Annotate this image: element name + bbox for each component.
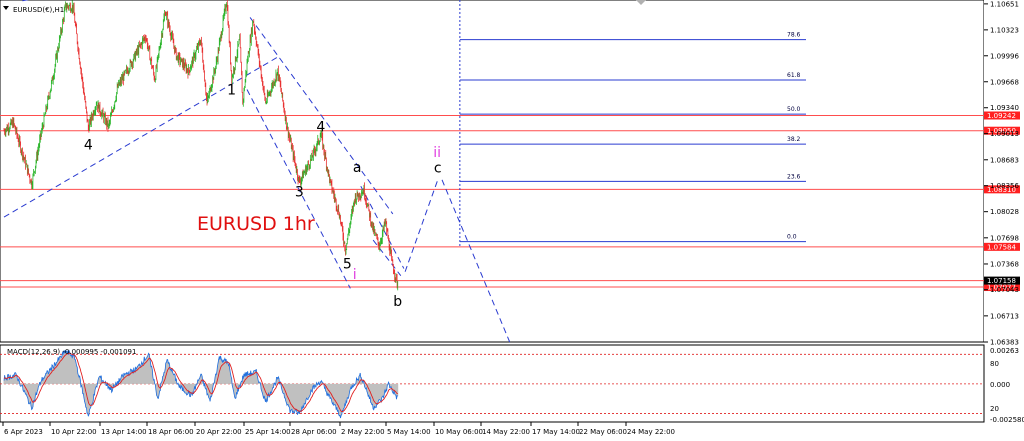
price-tick-label: 1.10651 [990, 0, 1019, 8]
time-tick-label: 24 May 22:00 [627, 428, 675, 436]
time-tick-label: 17 May 14:00 [532, 428, 580, 436]
fib-label: 61.8 [787, 72, 801, 79]
time-tick-label: 28 Apr 06:00 [291, 428, 337, 436]
price-tick-label: 1.08356 [990, 182, 1019, 190]
macd-tick-label: 0.00263 [990, 347, 1019, 355]
price-tick-label: 1.07698 [990, 234, 1019, 242]
wave-label: b [393, 294, 402, 310]
level-tag-text: 1.07584 [987, 243, 1016, 251]
fib-label: 78.6 [787, 32, 801, 39]
wave-label: 3 [295, 184, 304, 200]
time-tick-label: 10 Apr 22:00 [51, 428, 97, 436]
price-tick-label: 1.06383 [990, 339, 1019, 347]
fib-label: 50.0 [787, 106, 801, 113]
macd-tick-label: 0.000 [990, 381, 1010, 389]
time-tick-label: 20 Apr 22:00 [196, 428, 242, 436]
price-tick-label: 1.07368 [990, 260, 1019, 268]
wave-label: ii [433, 145, 441, 161]
wave-label: i [353, 267, 357, 283]
wave-label: 4 [84, 138, 93, 154]
level-tag-text: 1.09242 [987, 112, 1016, 120]
time-tick-label: 10 May 06:00 [435, 428, 483, 436]
fib-label: 23.6 [787, 173, 801, 180]
price-tick-label: 1.08683 [990, 156, 1019, 164]
time-tick-label: 5 May 14:00 [387, 428, 431, 436]
price-tick-label: 1.08028 [990, 208, 1019, 216]
chart-title: EURUSD 1hr [197, 213, 315, 235]
price-tick-label: 1.09340 [990, 104, 1019, 112]
time-tick-label: 22 May 06:00 [579, 428, 627, 436]
wave-label: c [434, 161, 442, 177]
chart-svg: 1.092421.090501.083101.075841.070771.071… [0, 0, 1024, 441]
price-tick-label: 1.07043 [990, 286, 1019, 294]
macd-tick-label: 80 [990, 360, 999, 368]
fib-label: 0.0 [787, 234, 797, 241]
wave-label: 1 [227, 82, 236, 98]
price-tick-label: 1.06713 [990, 312, 1019, 320]
time-tick-label: 6 Apr 2023 [4, 428, 43, 436]
price-tick-label: 1.09668 [990, 78, 1019, 86]
wave-label: 4 [316, 120, 325, 136]
fib-label: 38.2 [787, 136, 801, 143]
time-tick-label: 25 Apr 14:00 [245, 428, 291, 436]
price-tick-label: 1.09013 [990, 130, 1019, 138]
macd-label: MACD(12,26,9) -0.000995 -0.001091 [7, 348, 136, 356]
price-tick-label: 1.09996 [990, 52, 1019, 60]
macd-tick-label: -0.002580 [990, 416, 1024, 424]
symbol-label: EURUSD(€),H1 [13, 6, 64, 14]
wave-label: a [353, 160, 362, 176]
wave-label: 5 [343, 257, 352, 273]
price-tick-label: 1.10323 [990, 26, 1019, 34]
time-tick-label: 14 May 22:00 [482, 428, 530, 436]
macd-tick-label: 20 [990, 405, 999, 413]
time-tick-label: 2 May 22:00 [341, 428, 385, 436]
level-tag-text: 1.07158 [987, 277, 1016, 285]
time-tick-label: 13 Apr 14:00 [101, 428, 147, 436]
time-tick-label: 18 Apr 06:00 [148, 428, 194, 436]
